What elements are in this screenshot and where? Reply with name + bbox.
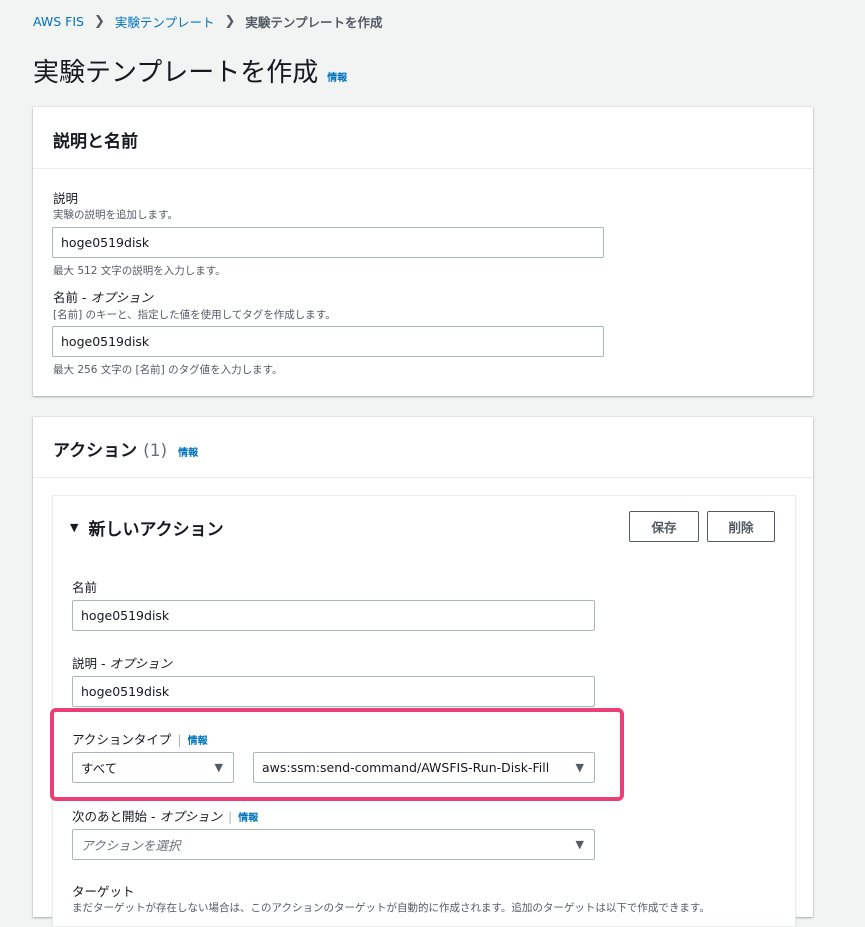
actions-panel: アクション (1) 情報 ▼ 新しいアクション 保存 削除 名前 hoge051… (33, 417, 813, 927)
panel-header: アクション (1) 情報 (33, 417, 813, 478)
delete-button[interactable]: 削除 (707, 511, 775, 542)
actions-title-text: アクション (53, 441, 138, 461)
action-description-label: 説明 - オプション (72, 653, 172, 672)
description-hint: 実験の説明を追加します。 (53, 209, 178, 221)
name-input[interactable]: hoge0519disk (52, 326, 604, 357)
caret-down-icon: ▼ (70, 521, 79, 534)
new-action-title: 新しいアクション (88, 520, 224, 540)
actions-count: (1) (143, 441, 168, 461)
start-after-label-text: 次のあと開始 - (72, 809, 160, 824)
divider: | (227, 809, 233, 824)
name-label: 名前 - オプション (53, 287, 153, 306)
page-title-text: 実験テンプレートを作成 (33, 58, 319, 88)
save-button[interactable]: 保存 (629, 511, 699, 542)
caret-down-icon: ▼ (575, 838, 584, 851)
chevron-right-icon: ❯ (224, 14, 236, 29)
description-name-panel: 説明と名前 説明 実験の説明を追加します。 hoge0519disk 最大 51… (33, 107, 813, 396)
name-constraint: 最大 256 文字の [名前] のタグ値を入力します。 (53, 364, 283, 376)
optional-text: オプション (159, 809, 222, 824)
start-after-placeholder: アクションを選択 (81, 838, 181, 853)
action-name-input[interactable]: hoge0519disk (72, 600, 595, 631)
highlight-box (50, 708, 624, 801)
action-description-label-text: 説明 - (72, 656, 110, 671)
name-hint: [名前] のキーと、指定した値を使用してタグを作成します。 (53, 309, 336, 321)
optional-text: オプション (109, 656, 172, 671)
action-name-label: 名前 (72, 580, 98, 595)
breadcrumb-current: 実験テンプレートを作成 (245, 15, 383, 30)
target-label: ターゲット (72, 884, 135, 899)
info-link[interactable]: 情報 (178, 448, 198, 459)
action-description-input[interactable]: hoge0519disk (72, 676, 595, 707)
description-constraint: 最大 512 文字の説明を入力します。 (53, 265, 226, 277)
new-action-header[interactable]: ▼ 新しいアクション (70, 515, 224, 540)
breadcrumb: AWS FIS ❯ 実験テンプレート ❯ 実験テンプレートを作成 (33, 12, 383, 31)
page-title: 実験テンプレートを作成 情報 (33, 52, 347, 89)
actions-title: アクション (1) 情報 (53, 436, 198, 461)
optional-text: オプション (90, 290, 153, 305)
start-after-select[interactable]: アクションを選択 ▼ (72, 829, 595, 860)
description-label: 説明 (53, 191, 79, 206)
description-input[interactable]: hoge0519disk (52, 227, 604, 258)
info-link[interactable]: 情報 (238, 813, 258, 824)
name-label-text: 名前 - (53, 290, 91, 305)
info-link[interactable]: 情報 (327, 69, 347, 84)
chevron-right-icon: ❯ (93, 14, 105, 29)
panel-title: 説明と名前 (53, 132, 138, 152)
breadcrumb-experiment-templates[interactable]: 実験テンプレート (115, 12, 215, 31)
start-after-label: 次のあと開始 - オプション | 情報 (72, 806, 258, 825)
panel-header: 説明と名前 (33, 107, 813, 169)
breadcrumb-aws-fis[interactable]: AWS FIS (33, 14, 84, 29)
